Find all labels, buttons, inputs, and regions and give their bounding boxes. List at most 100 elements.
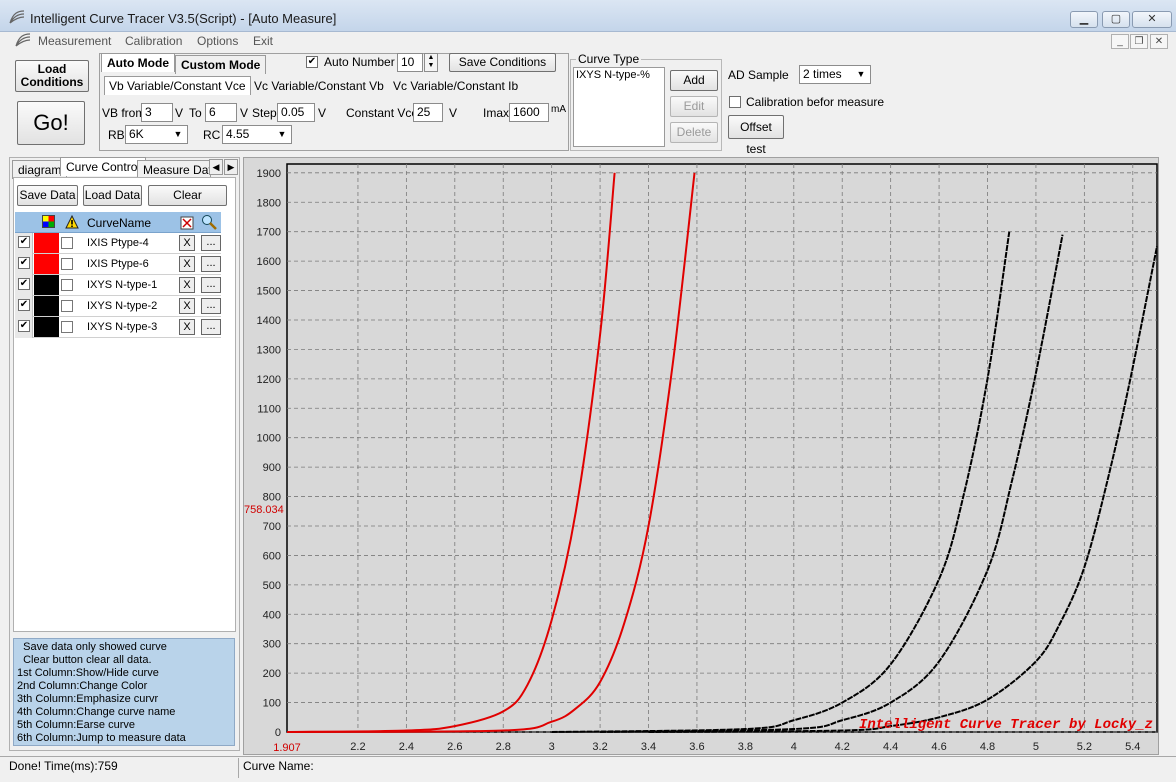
show-curve-checkbox[interactable]: ✔ <box>18 320 30 332</box>
curve-table: CurveName ✔ IXIS Ptype-4 X ... ✔ IXIS Pt… <box>15 212 221 340</box>
curve-name[interactable]: IXIS Ptype-4 <box>87 237 149 249</box>
emphasize-checkbox[interactable] <box>61 321 73 333</box>
erase-curve-button[interactable]: X <box>179 319 195 335</box>
tab-scroll-right-icon[interactable]: ▶ <box>224 159 238 175</box>
help-line: 5th Column:Earse curve <box>17 719 135 731</box>
show-curve-checkbox[interactable]: ✔ <box>18 278 30 290</box>
save-conditions-button[interactable]: Save Conditions <box>449 53 556 72</box>
auto-number-field[interactable]: 10 <box>397 53 423 72</box>
auto-number-label: Auto Number <box>324 55 395 69</box>
curve-type-list[interactable]: IXYS N-type-% <box>573 67 665 147</box>
step-label: Step <box>252 106 277 120</box>
calibration-label: Calibration befor measure <box>746 95 885 109</box>
tab-curve-control[interactable]: Curve Control <box>60 157 147 176</box>
jump-to-data-button[interactable]: ... <box>201 319 221 335</box>
emphasize-checkbox[interactable] <box>61 279 73 291</box>
clear-button[interactable]: Clear <box>148 185 227 206</box>
emphasize-checkbox[interactable] <box>61 258 73 270</box>
menu-exit[interactable]: Exit <box>253 34 273 48</box>
auto-number-spinner[interactable]: ▲ ▼ <box>424 53 438 72</box>
mdi-restore-button[interactable]: ❐ <box>1130 34 1148 49</box>
imax-label: Imax <box>483 106 510 120</box>
rb-label: RB <box>108 128 125 142</box>
curve-name-status: Curve Name: <box>243 759 314 773</box>
tab-auto-mode[interactable]: Auto Mode <box>101 53 175 72</box>
curve-row[interactable]: ✔ IXYS N-type-1 X ... <box>15 275 221 296</box>
mdi-close-button[interactable]: ✕ <box>1150 34 1168 49</box>
curve-color-swatch[interactable] <box>34 254 59 274</box>
jump-to-data-button[interactable]: ... <box>201 277 221 293</box>
erase-curve-button[interactable]: X <box>179 298 195 314</box>
menu-calibration[interactable]: Calibration <box>125 34 182 48</box>
edit-button[interactable]: Edit <box>670 96 718 117</box>
x-tick-label: 4.8 <box>980 741 995 753</box>
row-selector: ✔ <box>15 233 33 254</box>
help-line: 2nd Column:Change Color <box>17 680 148 692</box>
step-field[interactable]: 0.05 <box>277 103 315 122</box>
erase-curve-button[interactable]: X <box>179 256 195 272</box>
rc-select[interactable]: 4.55 ▼ <box>222 125 292 144</box>
curve-row[interactable]: ✔ IXIS Ptype-6 X ... <box>15 254 221 275</box>
curve-row[interactable]: ✔ IXIS Ptype-4 X ... <box>15 233 221 254</box>
auto-number-checkbox[interactable]: ✔ <box>306 56 318 68</box>
erase-curve-button[interactable]: X <box>179 235 195 251</box>
offset-test-button[interactable]: Offset test <box>728 115 784 156</box>
curve-color-swatch[interactable] <box>34 233 59 253</box>
x-tick-label: 3.2 <box>592 741 607 753</box>
rb-select[interactable]: 6K ▼ <box>125 125 188 144</box>
emphasize-checkbox[interactable] <box>61 237 73 249</box>
jump-to-data-button[interactable]: ... <box>201 256 221 272</box>
close-button[interactable]: ✕ <box>1132 11 1172 28</box>
curve-name[interactable]: IXIS Ptype-6 <box>87 258 149 270</box>
erase-curve-button[interactable]: X <box>179 277 195 293</box>
curve-chart[interactable]: 0 100 200 300 400 500 600 700 800 900 1000 1100 1200… <box>244 158 1158 754</box>
curve-color-swatch[interactable] <box>34 296 59 316</box>
curve-name[interactable]: IXYS N-type-1 <box>87 279 157 291</box>
tab-custom-mode[interactable]: Custom Mode <box>175 55 267 74</box>
y-tick-label: 1300 <box>257 344 281 356</box>
tab-vb-variable[interactable]: Vb Variable/Constant Vce <box>104 76 251 95</box>
jump-to-data-button[interactable]: ... <box>201 298 221 314</box>
vb-from-field[interactable]: 3 <box>141 103 173 122</box>
ad-sample-select[interactable]: 2 times ▼ <box>799 65 871 84</box>
load-conditions-button[interactable]: Load Conditions <box>15 60 89 92</box>
tab-vc-variable-vb[interactable]: Vc Variable/Constant Vb <box>254 79 384 93</box>
warning-icon <box>65 215 79 229</box>
go-button[interactable]: Go! <box>17 101 85 145</box>
status-text: Done! Time(ms):759 <box>9 759 118 773</box>
load-data-button[interactable]: Load Data <box>83 185 142 206</box>
child-window-icon <box>15 33 31 47</box>
menu-measurement[interactable]: Measurement <box>38 34 111 48</box>
vb-from-label: VB from <box>102 106 146 120</box>
curve-type-item[interactable]: IXYS N-type-% <box>576 69 662 81</box>
tab-vc-variable-ib[interactable]: Vc Variable/Constant Ib <box>393 79 518 93</box>
curve-name[interactable]: IXYS N-type-2 <box>87 300 157 312</box>
show-curve-checkbox[interactable]: ✔ <box>18 299 30 311</box>
calibration-checkbox[interactable] <box>729 96 741 108</box>
to-field[interactable]: 6 <box>205 103 237 122</box>
curve-row[interactable]: ✔ IXYS N-type-2 X ... <box>15 296 221 317</box>
minimize-button[interactable]: ▁ <box>1070 11 1098 28</box>
add-button[interactable]: Add <box>670 70 718 91</box>
maximize-button[interactable]: ▢ <box>1102 11 1130 28</box>
show-curve-checkbox[interactable]: ✔ <box>18 236 30 248</box>
mdi-minimize-button[interactable]: _ <box>1111 34 1129 49</box>
help-box: Save data only showed curve Clear button… <box>13 638 235 746</box>
curve-name[interactable]: IXYS N-type-3 <box>87 321 157 333</box>
menu-options[interactable]: Options <box>197 34 238 48</box>
x-tick-label: 3.6 <box>689 741 704 753</box>
save-data-button[interactable]: Save Data <box>17 185 78 206</box>
x-tick-label: 4.4 <box>883 741 898 753</box>
constant-vce-field[interactable]: 25 <box>413 103 443 122</box>
delete-button[interactable]: Delete <box>670 122 718 143</box>
emphasize-checkbox[interactable] <box>61 300 73 312</box>
curve-color-swatch[interactable] <box>34 275 59 295</box>
tab-scroll-left-icon[interactable]: ◀ <box>209 159 223 175</box>
curve-row[interactable]: ✔ IXYS N-type-3 X ... <box>15 317 221 338</box>
y-tick-label: 1700 <box>257 227 281 239</box>
show-curve-checkbox[interactable]: ✔ <box>18 257 30 269</box>
curve-type-label: Curve Type <box>576 52 642 66</box>
jump-to-data-button[interactable]: ... <box>201 235 221 251</box>
curve-color-swatch[interactable] <box>34 317 59 337</box>
imax-field[interactable]: 1600 <box>509 103 549 122</box>
